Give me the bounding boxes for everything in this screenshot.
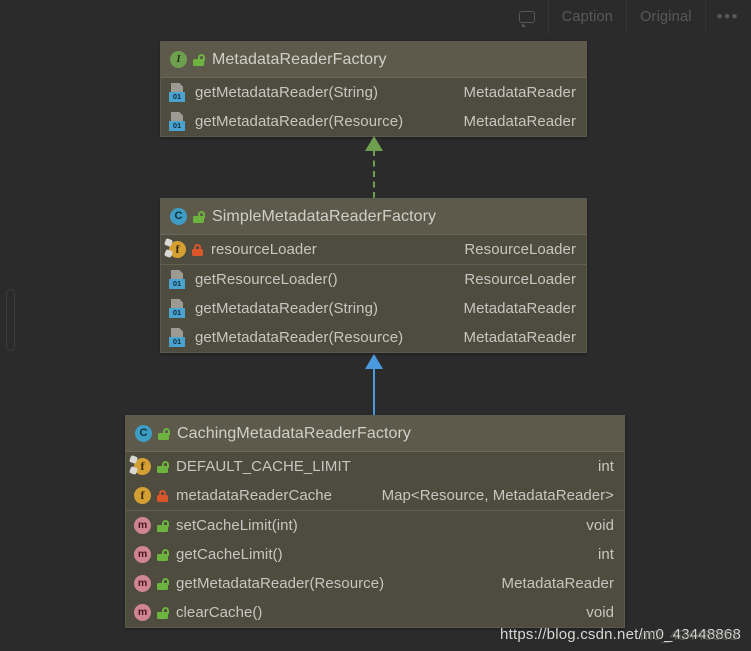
watermark-url: https://blog.csdn.net/m0_43448868 m0_434… [500,626,741,644]
member-type: MetadataReader [501,575,614,592]
methods-section: 01 getResourceLoader() ResourceLoader 01… [161,264,586,352]
unlocked-padlock-icon [193,53,205,66]
member-row[interactable]: f resourceLoader ResourceLoader [161,235,586,264]
inheritance-arrowhead [365,354,383,369]
caption-button[interactable]: Caption [547,0,626,33]
member-name: getResourceLoader() [195,271,338,288]
watermark-ghost-text: m0_43448868 [640,627,739,644]
abstract-method-icon: 01 [169,112,187,131]
member-row[interactable]: 01 getMetadataReader(String) MetadataRea… [161,78,586,107]
member-name: metadataReaderCache [176,487,333,504]
comment-button[interactable] [506,0,548,33]
realization-arrowhead [365,136,383,151]
abstract-method-icon: 01 [169,83,187,102]
member-type: int [598,546,614,563]
class-icon: C [170,208,187,225]
member-name: resourceLoader [211,241,317,258]
member-row[interactable]: m setCacheLimit(int) void [126,511,624,540]
member-name: getMetadataReader(Resource) [195,113,404,130]
member-type: int [598,458,614,475]
locked-padlock-icon [157,489,168,502]
methods-section: 01 getMetadataReader(String) MetadataRea… [161,78,586,136]
class-box-header: C CachingMetadataReaderFactory [126,416,624,452]
class-name-label: MetadataReaderFactory [212,50,387,68]
member-type: MetadataReader [463,84,576,101]
member-type: Map<Resource, MetadataReader> [381,487,614,504]
locked-padlock-icon [192,243,203,256]
member-name: getMetadataReader(String) [195,300,379,317]
class-box-caching-metadata-reader-factory[interactable]: C CachingMetadataReaderFactory f DEFAULT… [125,415,625,628]
unlocked-padlock-icon [158,427,170,440]
unlocked-padlock-icon [157,548,169,561]
interface-icon: I [170,51,187,68]
abstract-method-icon: 01 [169,299,187,318]
abstract-method-icon: 01 [169,328,187,347]
field-static-icon: f [134,458,151,475]
method-icon: m [134,546,151,563]
class-box-metadata-reader-factory[interactable]: I MetadataReaderFactory 01 getMetadataRe… [160,41,587,137]
member-row[interactable]: 01 getMetadataReader(String) MetadataRea… [161,294,586,323]
member-row[interactable]: m getCacheLimit() int [126,540,624,569]
top-toolbar: Caption Original ••• [0,0,751,33]
member-row[interactable]: f metadataReaderCache Map<Resource, Meta… [126,481,624,510]
member-name: getMetadataReader(Resource) [195,329,404,346]
inheritance-connector [365,354,383,417]
unlocked-padlock-icon [193,210,205,223]
class-name-label: CachingMetadataReaderFactory [177,424,412,442]
member-name: getCacheLimit() [176,546,283,563]
member-type: void [586,604,614,621]
class-box-simple-metadata-reader-factory[interactable]: C SimpleMetadataReaderFactory f resource… [160,198,587,353]
abstract-method-icon: 01 [169,270,187,289]
member-row[interactable]: 01 getMetadataReader(Resource) MetadataR… [161,323,586,352]
member-type: ResourceLoader [464,271,576,288]
vertical-scrollbar[interactable] [6,289,15,351]
more-options-button[interactable]: ••• [704,0,751,33]
field-final-icon: f [169,241,186,258]
class-icon: C [135,425,152,442]
uml-diagram-canvas: Caption Original ••• I MetadataReaderFac… [0,0,751,651]
fields-section: f resourceLoader ResourceLoader [161,235,586,264]
member-row[interactable]: m getMetadataReader(Resource) MetadataRe… [126,569,624,598]
member-name: DEFAULT_CACHE_LIMIT [176,458,351,475]
field-icon: f [134,487,151,504]
member-row[interactable]: 01 getResourceLoader() ResourceLoader [161,265,586,294]
member-name: getMetadataReader(String) [195,84,379,101]
member-name: setCacheLimit(int) [176,517,298,534]
original-button[interactable]: Original [626,0,705,33]
member-type: MetadataReader [463,329,576,346]
member-name: getMetadataReader(Resource) [176,575,385,592]
member-type: void [586,517,614,534]
class-box-header: I MetadataReaderFactory [161,42,586,78]
member-type: MetadataReader [463,113,576,130]
member-row[interactable]: m clearCache() void [126,598,624,627]
method-icon: m [134,517,151,534]
methods-section: m setCacheLimit(int) void m getCacheLimi… [126,510,624,627]
member-type: ResourceLoader [464,241,576,258]
realization-connector [365,136,383,198]
method-icon: m [134,604,151,621]
unlocked-padlock-icon [157,577,169,590]
unlocked-padlock-icon [157,519,169,532]
unlocked-padlock-icon [157,460,169,473]
speech-bubble-icon [518,10,535,27]
member-name: clearCache() [176,604,263,621]
class-box-header: C SimpleMetadataReaderFactory [161,199,586,235]
method-icon: m [134,575,151,592]
member-type: MetadataReader [463,300,576,317]
member-row[interactable]: f DEFAULT_CACHE_LIMIT int [126,452,624,481]
member-row[interactable]: 01 getMetadataReader(Resource) MetadataR… [161,107,586,136]
class-name-label: SimpleMetadataReaderFactory [212,207,437,225]
fields-section: f DEFAULT_CACHE_LIMIT int f metadataRead… [126,452,624,510]
unlocked-padlock-icon [157,606,169,619]
